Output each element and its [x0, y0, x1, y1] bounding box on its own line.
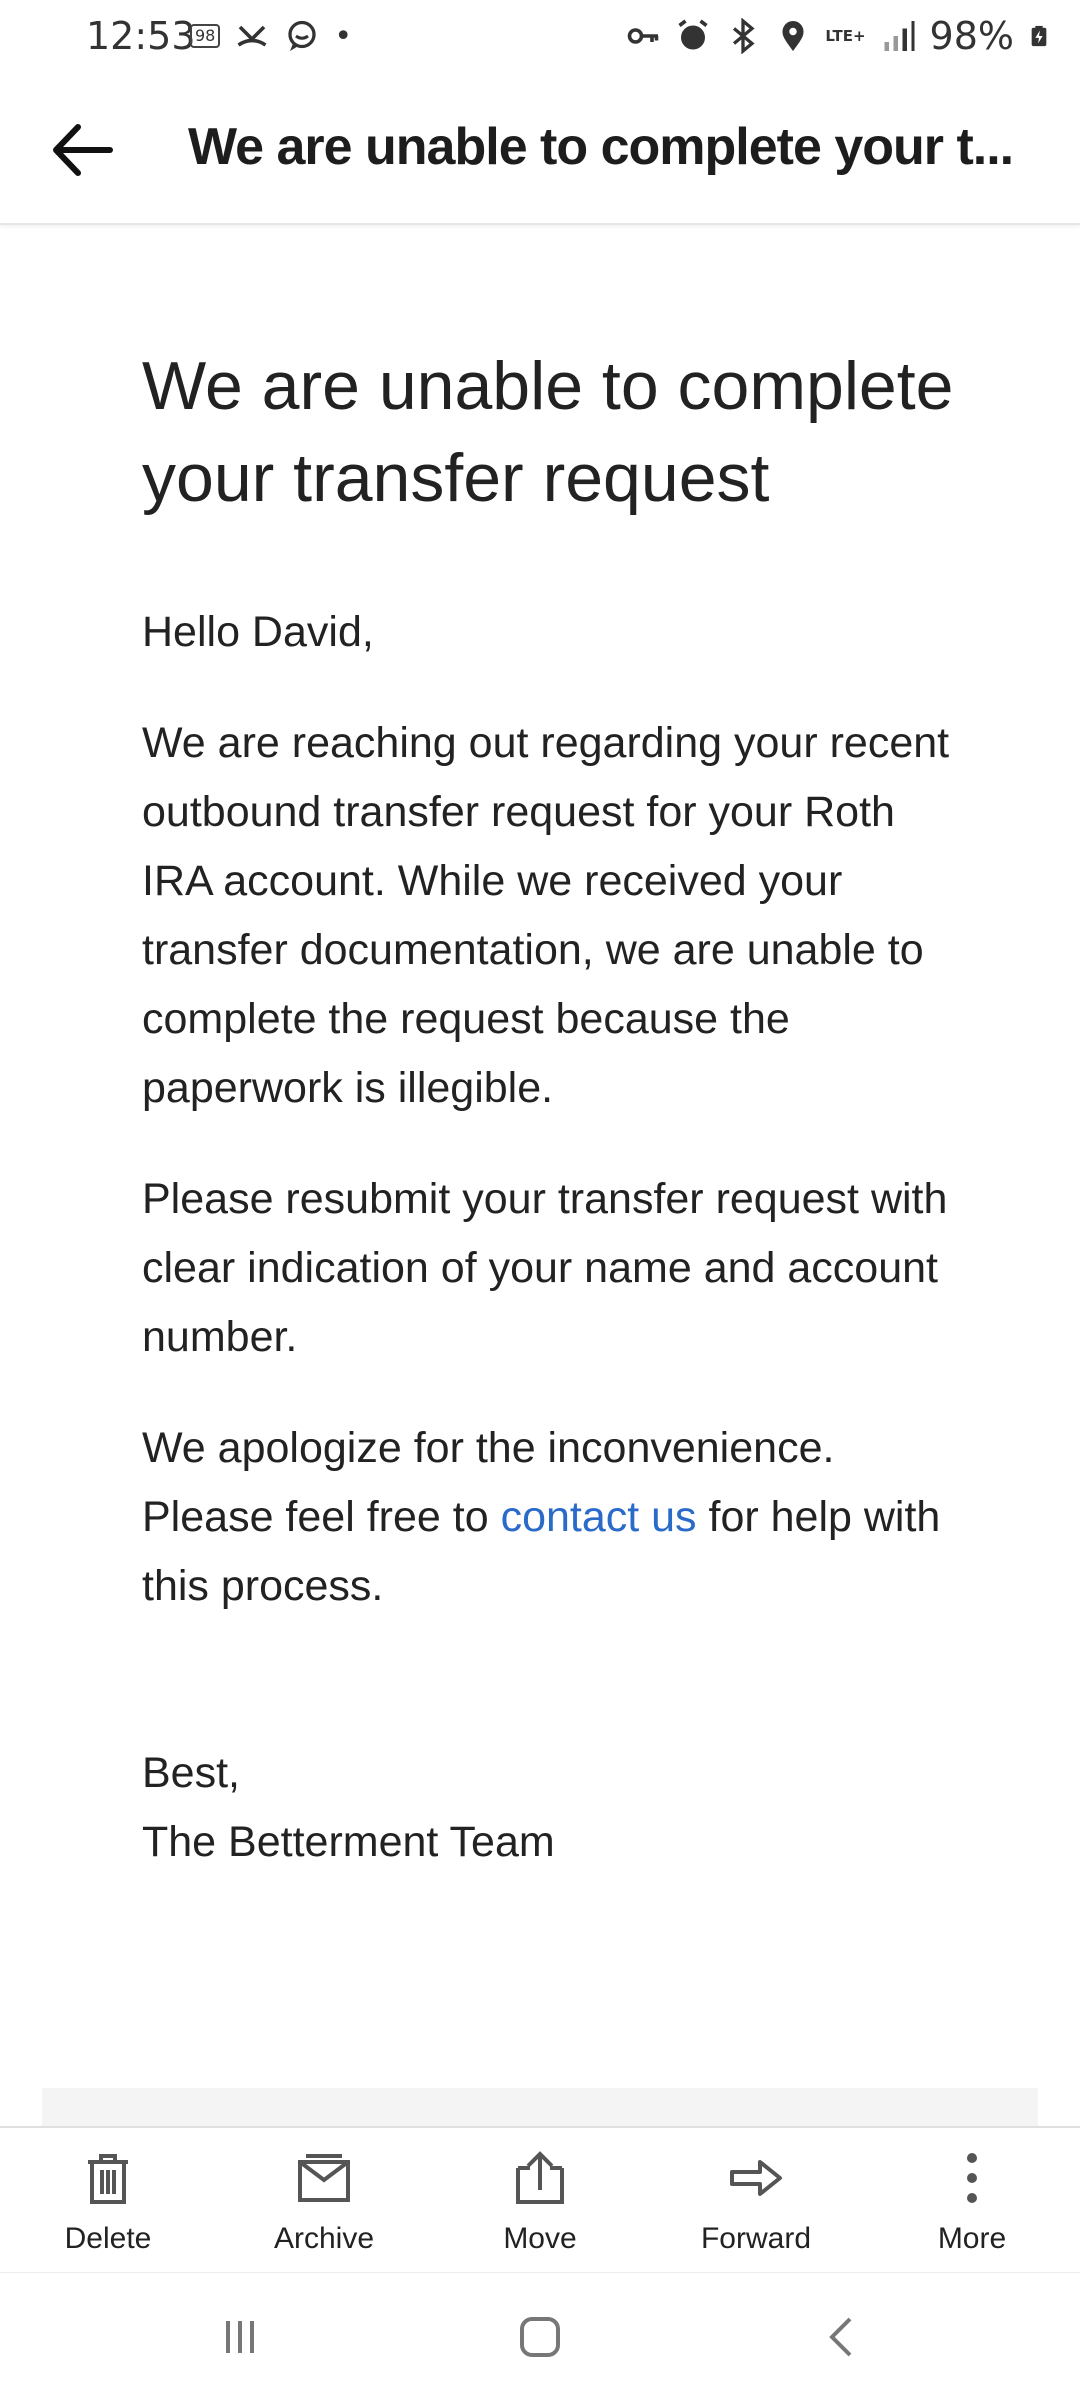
- forward-button[interactable]: Forward: [676, 2148, 836, 2256]
- email-signature: The Betterment Team: [142, 1818, 555, 1866]
- status-time: 12:53: [86, 14, 196, 58]
- missed-call-icon: [237, 25, 267, 47]
- recents-icon[interactable]: [210, 2307, 270, 2367]
- alarm-icon: [678, 19, 708, 50]
- notification-badge: 98: [190, 24, 221, 48]
- delete-button[interactable]: Delete: [28, 2148, 188, 2256]
- forward-icon: [730, 2160, 782, 2196]
- move-button[interactable]: Move: [460, 2148, 620, 2256]
- home-icon[interactable]: [510, 2307, 570, 2367]
- battery-charging-icon: [1031, 25, 1047, 47]
- email-body: We are unable to complete your transfer …: [142, 340, 962, 1877]
- email-footer-divider: [42, 2088, 1038, 2128]
- contact-us-link[interactable]: contact us: [501, 1493, 697, 1541]
- vpn-key-icon: [628, 28, 659, 44]
- archive-button[interactable]: Archive: [244, 2148, 404, 2256]
- trash-icon: [88, 2154, 128, 2204]
- chat-bubble-icon: [288, 20, 317, 51]
- header-title: We are unable to complete your t...: [188, 118, 1014, 176]
- more-vertical-icon: [967, 2153, 977, 2203]
- email-greeting: Hello David,: [142, 608, 374, 656]
- email-title: We are unable to complete your transfer …: [142, 348, 954, 516]
- bluetooth-icon: [733, 18, 755, 54]
- signal-icon: [884, 21, 915, 51]
- app-header: We are unable to complete your t...: [0, 75, 1080, 225]
- network-type: LTE+: [825, 27, 866, 45]
- email-paragraph-2: Please resubmit your transfer request wi…: [142, 1175, 948, 1361]
- back-nav-icon[interactable]: [812, 2307, 872, 2367]
- archive-icon: [298, 2154, 350, 2202]
- email-paragraph-3: We apologize for the inconvenience. Plea…: [142, 1424, 941, 1610]
- location-icon: [782, 21, 804, 51]
- email-signoff: Best, The Betterment Team: [142, 1749, 555, 1866]
- battery-percent: 98%: [929, 14, 1014, 58]
- action-bar: Delete Archive Move Forward More: [0, 2126, 1080, 2274]
- back-arrow-icon: [53, 124, 113, 176]
- email-paragraph-1: We are reaching out regarding your recen…: [142, 719, 950, 1112]
- back-button[interactable]: [44, 115, 124, 185]
- status-bar: 12:53 98 • LTE+ 98%: [0, 0, 1080, 75]
- more-button[interactable]: More: [892, 2148, 1052, 2256]
- system-nav-bar: [0, 2272, 1080, 2401]
- move-icon: [516, 2151, 564, 2204]
- dot-icon: •: [334, 18, 353, 54]
